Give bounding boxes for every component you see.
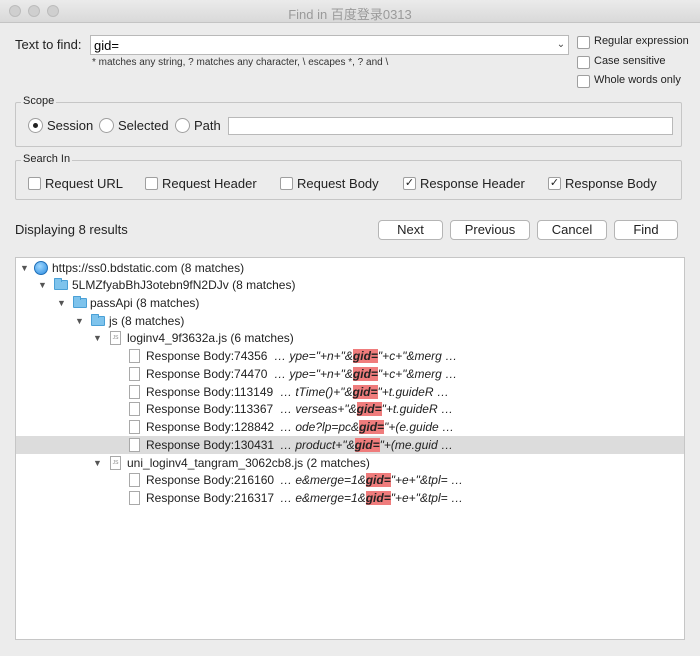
globe-icon [34,261,48,275]
match-snippet: … verseas+"&gid="+t.guideR … [280,402,453,416]
expanded-triangle-icon[interactable]: ▼ [93,454,102,472]
scope-path-radio[interactable] [175,118,190,133]
find-button[interactable]: Find [614,220,678,240]
next-button[interactable]: Next [378,220,443,240]
response-body-checkbox[interactable]: ✓ [548,177,561,190]
search-in-title: Search In [21,153,73,165]
tree-folder-row[interactable]: ▼ 5LMZfyabBhJ3otebn9fN2DJv (8 matches) [16,276,684,294]
scope-title: Scope [21,95,57,107]
regex-label: Regular expression [594,35,689,47]
response-body-label: Response Body [565,176,657,191]
match-label: Response Body:130431 [146,438,275,452]
whole-words-checkbox[interactable] [577,75,590,88]
case-sensitive-label: Case sensitive [594,55,666,67]
folder-icon [73,296,87,308]
request-url-checkbox[interactable] [28,177,41,190]
scope-selected-label: Selected [118,118,169,133]
match-label: Response Body:216160 [146,473,275,487]
title-bar: Find in 百度登录0313 [0,0,700,23]
cancel-button[interactable]: Cancel [537,220,607,240]
file-icon [129,367,140,381]
path-input[interactable] [228,117,673,135]
scope-selected-radio[interactable] [99,118,114,133]
tree-file-row[interactable]: ▼ JS uni_loginv4_tangram_3062cb8.js (2 m… [16,454,684,472]
match-snippet: … ode?lp=pc&gid="+(e.guide … [280,420,455,434]
match-label: Response Body:113149 [146,385,274,399]
file-label: loginv4_9f3632a.js (6 matches) [127,331,294,345]
previous-button[interactable]: Previous [450,220,530,240]
scope-session-label: Session [47,118,94,133]
file-icon [129,420,140,434]
case-sensitive-checkbox[interactable] [577,56,590,69]
match-label: Response Body:216317 [146,491,275,505]
find-input[interactable] [90,35,569,55]
expanded-triangle-icon[interactable]: ▼ [75,312,84,330]
folder-icon [91,314,105,326]
match-label: Response Body:74470 [146,367,268,381]
file-icon [129,491,140,505]
results-count: Displaying 8 results [15,222,128,237]
whole-words-label: Whole words only [594,74,681,86]
js-file-icon: JS [110,331,121,345]
match-row[interactable]: Response Body:74470 … ype="+n+"&gid="+c+… [16,365,684,383]
response-header-checkbox[interactable]: ✓ [403,177,416,190]
file-icon [129,402,140,416]
tree-file-row[interactable]: ▼ JS loginv4_9f3632a.js (6 matches) [16,329,684,347]
folder-icon [54,278,68,290]
checkmark-icon: ✓ [404,177,415,189]
request-body-checkbox[interactable] [280,177,293,190]
response-header-label: Response Header [420,176,525,191]
expanded-triangle-icon[interactable]: ▼ [20,259,29,277]
find-hint: * matches any string, ? matches any char… [92,57,389,68]
request-body-label: Request Body [297,176,379,191]
file-icon [129,438,140,452]
match-row[interactable]: Response Body:113149 … tTime()+"&gid="+t… [16,383,684,401]
results-tree[interactable]: ▼ https://ss0.bdstatic.com (8 matches) ▼… [15,257,685,640]
folder-label: 5LMZfyabBhJ3otebn9fN2DJv (8 matches) [72,278,296,292]
request-url-label: Request URL [45,176,124,191]
expanded-triangle-icon[interactable]: ▼ [38,276,47,294]
folder-label: passApi (8 matches) [90,296,200,310]
match-snippet: … ype="+n+"&gid="+c+"&merg … [274,367,458,381]
match-row[interactable]: Response Body:74356 … ype="+n+"&gid="+c+… [16,347,684,365]
match-snippet: … e&merge=1&gid="+e+"&tpl= … [280,473,463,487]
match-label: Response Body:128842 [146,420,275,434]
match-snippet: … tTime()+"&gid="+t.guideR … [280,385,449,399]
match-row-selected[interactable]: Response Body:130431 … product+"&gid="+(… [16,436,684,454]
regex-checkbox[interactable] [577,36,590,49]
match-snippet: … e&merge=1&gid="+e+"&tpl= … [280,491,463,505]
expanded-triangle-icon[interactable]: ▼ [57,294,66,312]
tree-folder-row[interactable]: ▼ js (8 matches) [16,312,684,330]
file-icon [129,349,140,363]
folder-label: js (8 matches) [109,314,185,328]
match-snippet: … product+"&gid="+(me.guid … [280,438,453,452]
window-title: Find in 百度登录0313 [288,7,412,22]
expanded-triangle-icon[interactable]: ▼ [93,329,102,347]
request-header-checkbox[interactable] [145,177,158,190]
scope-session-radio[interactable] [28,118,43,133]
find-label: Text to find: [15,37,82,52]
match-label: Response Body:74356 [146,349,268,363]
match-label: Response Body:113367 [146,402,274,416]
js-file-icon: JS [110,456,121,470]
host-label: https://ss0.bdstatic.com (8 matches) [52,261,245,275]
file-icon [129,385,140,399]
tree-folder-row[interactable]: ▼ passApi (8 matches) [16,294,684,312]
match-row[interactable]: Response Body:216317 … e&merge=1&gid="+e… [16,489,684,507]
file-label: uni_loginv4_tangram_3062cb8.js (2 matche… [127,456,370,470]
scope-path-label: Path [194,118,221,133]
match-row[interactable]: Response Body:128842 … ode?lp=pc&gid="+(… [16,418,684,436]
match-row[interactable]: Response Body:113367 … verseas+"&gid="+t… [16,400,684,418]
tree-host-row[interactable]: ▼ https://ss0.bdstatic.com (8 matches) [16,259,684,277]
match-snippet: … ype="+n+"&gid="+c+"&merg … [274,349,458,363]
chevron-down-icon[interactable]: ⌄ [555,37,567,53]
request-header-label: Request Header [162,176,257,191]
match-row[interactable]: Response Body:216160 … e&merge=1&gid="+e… [16,471,684,489]
checkmark-icon: ✓ [549,177,560,189]
file-icon [129,473,140,487]
